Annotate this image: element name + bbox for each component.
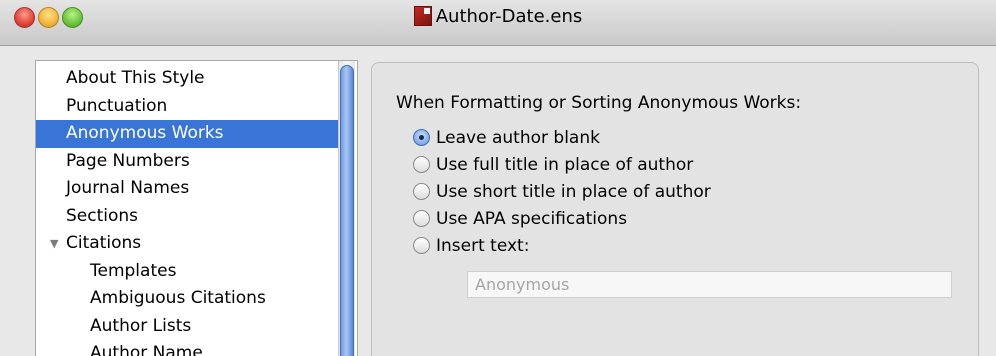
- window-title: Author-Date.ens: [435, 6, 583, 27]
- anonymous-works-panel: When Formatting or Sorting Anonymous Wor…: [371, 62, 979, 356]
- sidebar-item-journal-names[interactable]: Journal Names: [36, 175, 338, 203]
- sidebar-item-author-lists[interactable]: Author Lists: [36, 313, 338, 341]
- sidebar-scrollbar[interactable]: [338, 61, 355, 356]
- option-label: Use full title in place of author: [436, 155, 694, 175]
- sidebar-item-label: Author Lists: [90, 315, 192, 336]
- radio-selected-icon[interactable]: [413, 129, 430, 146]
- radio-unselected-icon[interactable]: [413, 156, 430, 173]
- window-content: About This Style Punctuation Anonymous W…: [0, 46, 996, 356]
- sidebar-item-templates[interactable]: Templates: [36, 258, 338, 286]
- disclosure-triangle-expanded-icon[interactable]: ▼: [50, 230, 64, 257]
- insert-text-field[interactable]: Anonymous: [467, 271, 952, 298]
- sidebar-item-label: Anonymous Works: [66, 123, 224, 143]
- option-label: Leave author blank: [436, 128, 600, 148]
- sidebar-item-label: Page Numbers: [66, 150, 190, 171]
- option-label: Use APA specifications: [436, 209, 628, 229]
- option-leave-author-blank[interactable]: Leave author blank: [413, 127, 600, 149]
- option-use-short-title[interactable]: Use short title in place of author: [413, 181, 711, 203]
- style-section-list: About This Style Punctuation Anonymous W…: [35, 60, 358, 356]
- radio-unselected-icon[interactable]: [413, 183, 430, 200]
- sidebar-item-label: Journal Names: [66, 178, 190, 198]
- option-use-apa-specifications[interactable]: Use APA specifications: [413, 208, 627, 230]
- sidebar-item-label: Author Name: [90, 343, 203, 356]
- sidebar-item-label: Templates: [90, 260, 177, 281]
- sidebar-item-label: Sections: [66, 205, 139, 226]
- sidebar-item-sections[interactable]: Sections: [36, 203, 338, 231]
- sidebar-item-ambiguous-citations[interactable]: Ambiguous Citations: [36, 285, 338, 313]
- sidebar-item-label: About This Style: [66, 68, 205, 88]
- radio-unselected-icon[interactable]: [413, 237, 430, 254]
- option-insert-text[interactable]: Insert text:: [413, 235, 529, 257]
- option-label: Use short title in place of author: [436, 182, 711, 202]
- radio-unselected-icon[interactable]: [413, 210, 430, 227]
- sidebar-item-anonymous-works[interactable]: Anonymous Works: [36, 120, 338, 148]
- window-title-group: Author-Date.ens: [0, 4, 996, 30]
- option-label: Insert text:: [436, 236, 530, 256]
- style-file-icon: [413, 6, 432, 26]
- title-bar: Author-Date.ens: [0, 0, 996, 46]
- sidebar-item-citations[interactable]: ▼ Citations: [36, 230, 338, 258]
- panel-heading: When Formatting or Sorting Anonymous Wor…: [396, 93, 802, 113]
- sidebar-item-label: Citations: [66, 233, 142, 253]
- sidebar-item-punctuation[interactable]: Punctuation: [36, 93, 338, 121]
- sidebar-item-about-this-style[interactable]: About This Style: [36, 65, 338, 93]
- sidebar-item-page-numbers[interactable]: Page Numbers: [36, 148, 338, 176]
- option-use-full-title[interactable]: Use full title in place of author: [413, 154, 693, 176]
- sidebar-item-label: Punctuation: [66, 95, 168, 116]
- sidebar-item-author-name[interactable]: Author Name: [36, 340, 338, 356]
- sidebar-items: About This Style Punctuation Anonymous W…: [36, 65, 338, 356]
- scrollbar-thumb[interactable]: [340, 65, 354, 356]
- sidebar-item-label: Ambiguous Citations: [90, 288, 266, 308]
